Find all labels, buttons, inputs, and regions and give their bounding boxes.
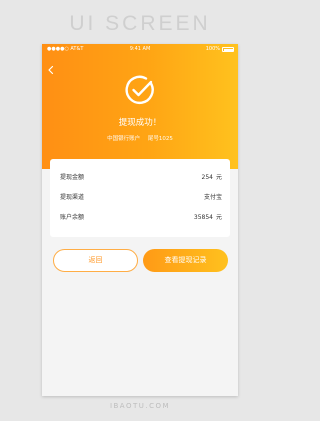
- success-title: 提现成功！: [118, 118, 162, 128]
- detail-unit: 元: [215, 174, 222, 181]
- brand-title: UI SCREEN: [69, 12, 211, 35]
- status-bar: ●●●●○ AT&T 9:41 AM 100%: [42, 44, 238, 55]
- back-arrow-icon[interactable]: [46, 61, 56, 75]
- detail-label: 提现渠道: [60, 194, 85, 201]
- bank-name: 中国银行账户: [107, 136, 141, 142]
- watermark: IBAOTU.COM: [109, 402, 171, 410]
- detail-value: 支付宝: [203, 194, 222, 201]
- view-withdraw-records-button[interactable]: 查看提现记录: [143, 249, 228, 272]
- return-button[interactable]: 返回: [53, 249, 138, 272]
- detail-label: 账户余额: [60, 214, 85, 221]
- success-header: ●●●●○ AT&T 9:41 AM 100% 提现成功！ 中国银行账户 尾号1…: [42, 44, 238, 169]
- battery-icon: [222, 47, 234, 52]
- account-tail-number: 尾号1025: [147, 136, 173, 142]
- checkmark-circle-icon: [124, 74, 156, 106]
- detail-value: 254: [201, 174, 213, 181]
- detail-value: 35854: [193, 214, 213, 221]
- battery-percent: 100%: [205, 46, 220, 52]
- detail-unit: 元: [215, 214, 222, 221]
- withdraw-detail-card: 提现金额 254 元 提现渠道 支付宝 账户余额 35854 元: [50, 159, 230, 237]
- phone-screen: ●●●●○ AT&T 9:41 AM 100% 提现成功！ 中国银行账户 尾号1…: [42, 44, 238, 396]
- detail-label: 提现金额: [60, 174, 85, 181]
- detail-row-balance: 账户余额 35854 元: [60, 208, 222, 228]
- detail-row-channel: 提现渠道 支付宝: [60, 188, 222, 208]
- detail-row-amount: 提现金额 254 元: [60, 168, 222, 188]
- account-info: 中国银行账户 尾号1025: [42, 134, 238, 142]
